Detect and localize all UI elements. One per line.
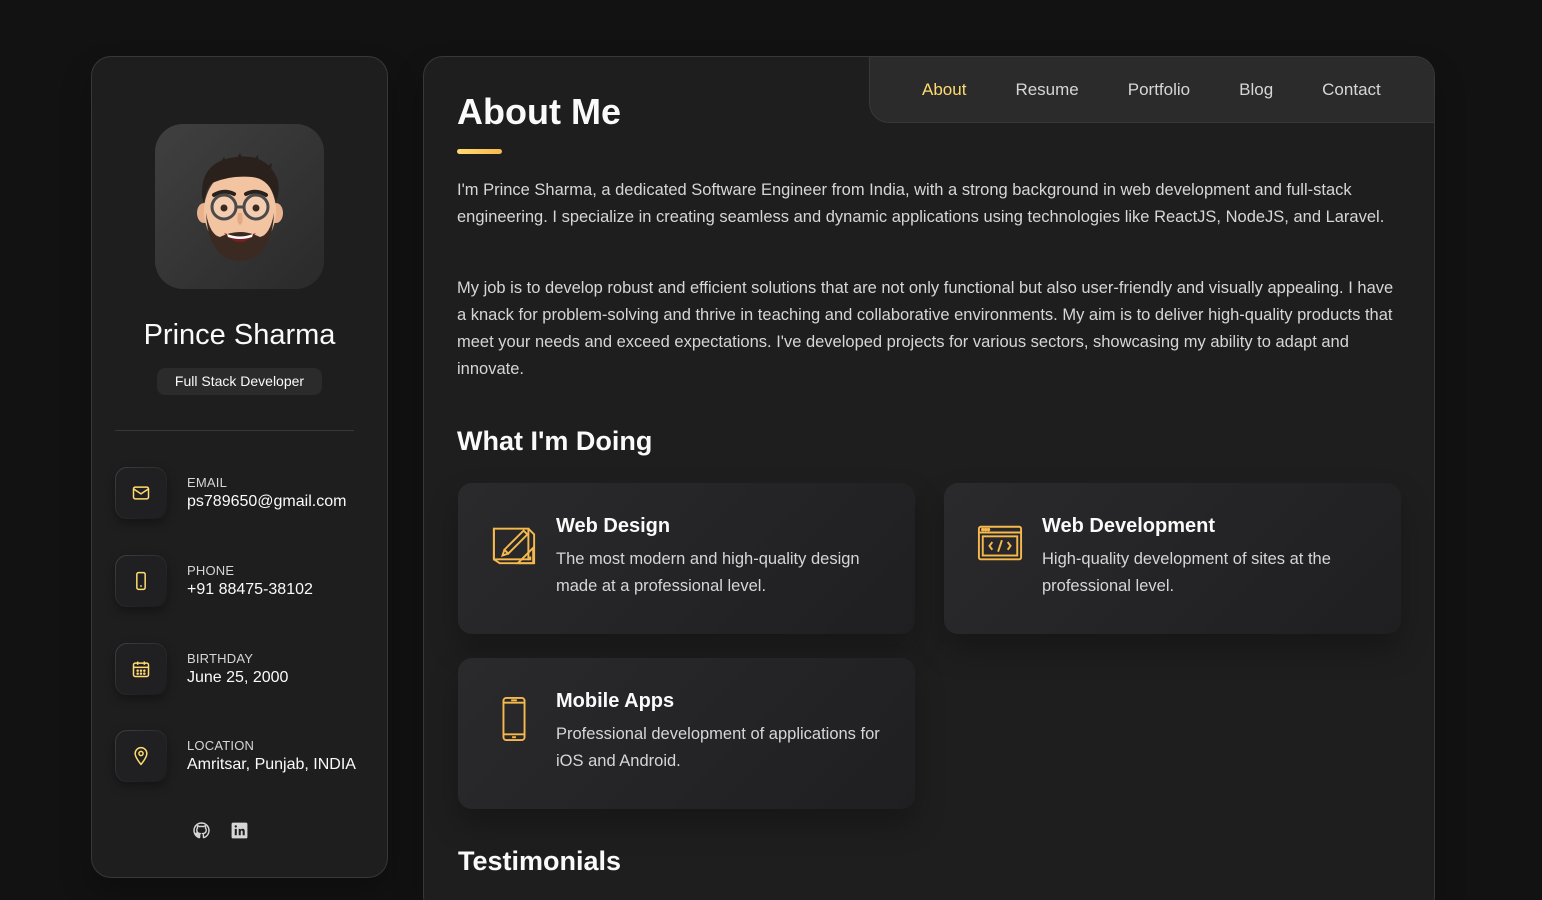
nav-contact[interactable]: Contact <box>1322 80 1381 100</box>
title-underline <box>457 149 502 154</box>
nav-resume[interactable]: Resume <box>1015 80 1078 100</box>
contact-label: PHONE <box>187 563 235 578</box>
profile-title-badge: Full Stack Developer <box>157 368 322 395</box>
navbar: About Resume Portfolio Blog Contact <box>869 57 1434 123</box>
service-text: High-quality development of sites at the… <box>1042 550 1331 595</box>
social-links <box>191 820 249 840</box>
nav-about[interactable]: About <box>922 80 966 100</box>
code-icon <box>977 525 1023 561</box>
contact-label: BIRTHDAY <box>187 651 254 666</box>
contact-label: LOCATION <box>187 738 255 753</box>
service-title: Mobile Apps <box>556 690 675 712</box>
location-value: Amritsar, Punjab, INDIA <box>187 756 356 773</box>
main-content: About Resume Portfolio Blog Contact Abou… <box>423 56 1435 900</box>
nav-portfolio[interactable]: Portfolio <box>1128 80 1190 100</box>
mail-icon <box>115 467 167 519</box>
phone-link[interactable]: +91 88475-38102 <box>187 581 313 599</box>
location-icon <box>115 730 167 782</box>
mobile-icon <box>502 696 526 742</box>
service-text: The most modern and high-quality design … <box>556 550 860 595</box>
service-text: Professional development of applications… <box>556 725 880 770</box>
about-paragraph-2: My job is to develop robust and efficien… <box>457 279 1394 378</box>
service-title: Web Design <box>556 515 671 537</box>
birthday-value: June 25, 2000 <box>187 669 289 686</box>
calendar-icon <box>115 643 167 695</box>
testimonials-title: Testimonials <box>458 846 622 876</box>
contact-item-location: LOCATION Amritsar, Punjab, INDIA <box>115 730 375 782</box>
sidebar: Prince Sharma Full Stack Developer EMAIL… <box>91 56 388 878</box>
profile-name: Prince Sharma <box>143 319 336 351</box>
service-card-web-design: Web Design The most modern and high-qual… <box>458 483 915 634</box>
contact-item-birthday: BIRTHDAY June 25, 2000 <box>115 643 375 695</box>
contact-item-email: EMAIL ps789650@gmail.com <box>115 467 375 519</box>
avatar <box>155 124 324 289</box>
sidebar-separator <box>115 430 354 431</box>
email-link[interactable]: ps789650@gmail.com <box>187 493 346 511</box>
design-icon <box>492 527 536 565</box>
contact-item-phone: PHONE +91 88475-38102 <box>115 555 375 607</box>
page-title: About Me <box>457 91 621 132</box>
linkedin-icon[interactable] <box>229 820 249 840</box>
service-card-web-development: Web Development High-quality development… <box>944 483 1401 634</box>
service-card-mobile-apps: Mobile Apps Professional development of … <box>458 658 915 809</box>
about-paragraph-1: I'm Prince Sharma, a dedicated Software … <box>457 181 1385 226</box>
nav-blog[interactable]: Blog <box>1239 80 1273 100</box>
memoji-avatar-icon <box>196 152 283 261</box>
contact-label: EMAIL <box>187 475 228 490</box>
service-title: Web Development <box>1042 515 1215 537</box>
services-title: What I'm Doing <box>457 426 653 456</box>
github-icon[interactable] <box>191 820 211 840</box>
phone-icon <box>115 555 167 607</box>
